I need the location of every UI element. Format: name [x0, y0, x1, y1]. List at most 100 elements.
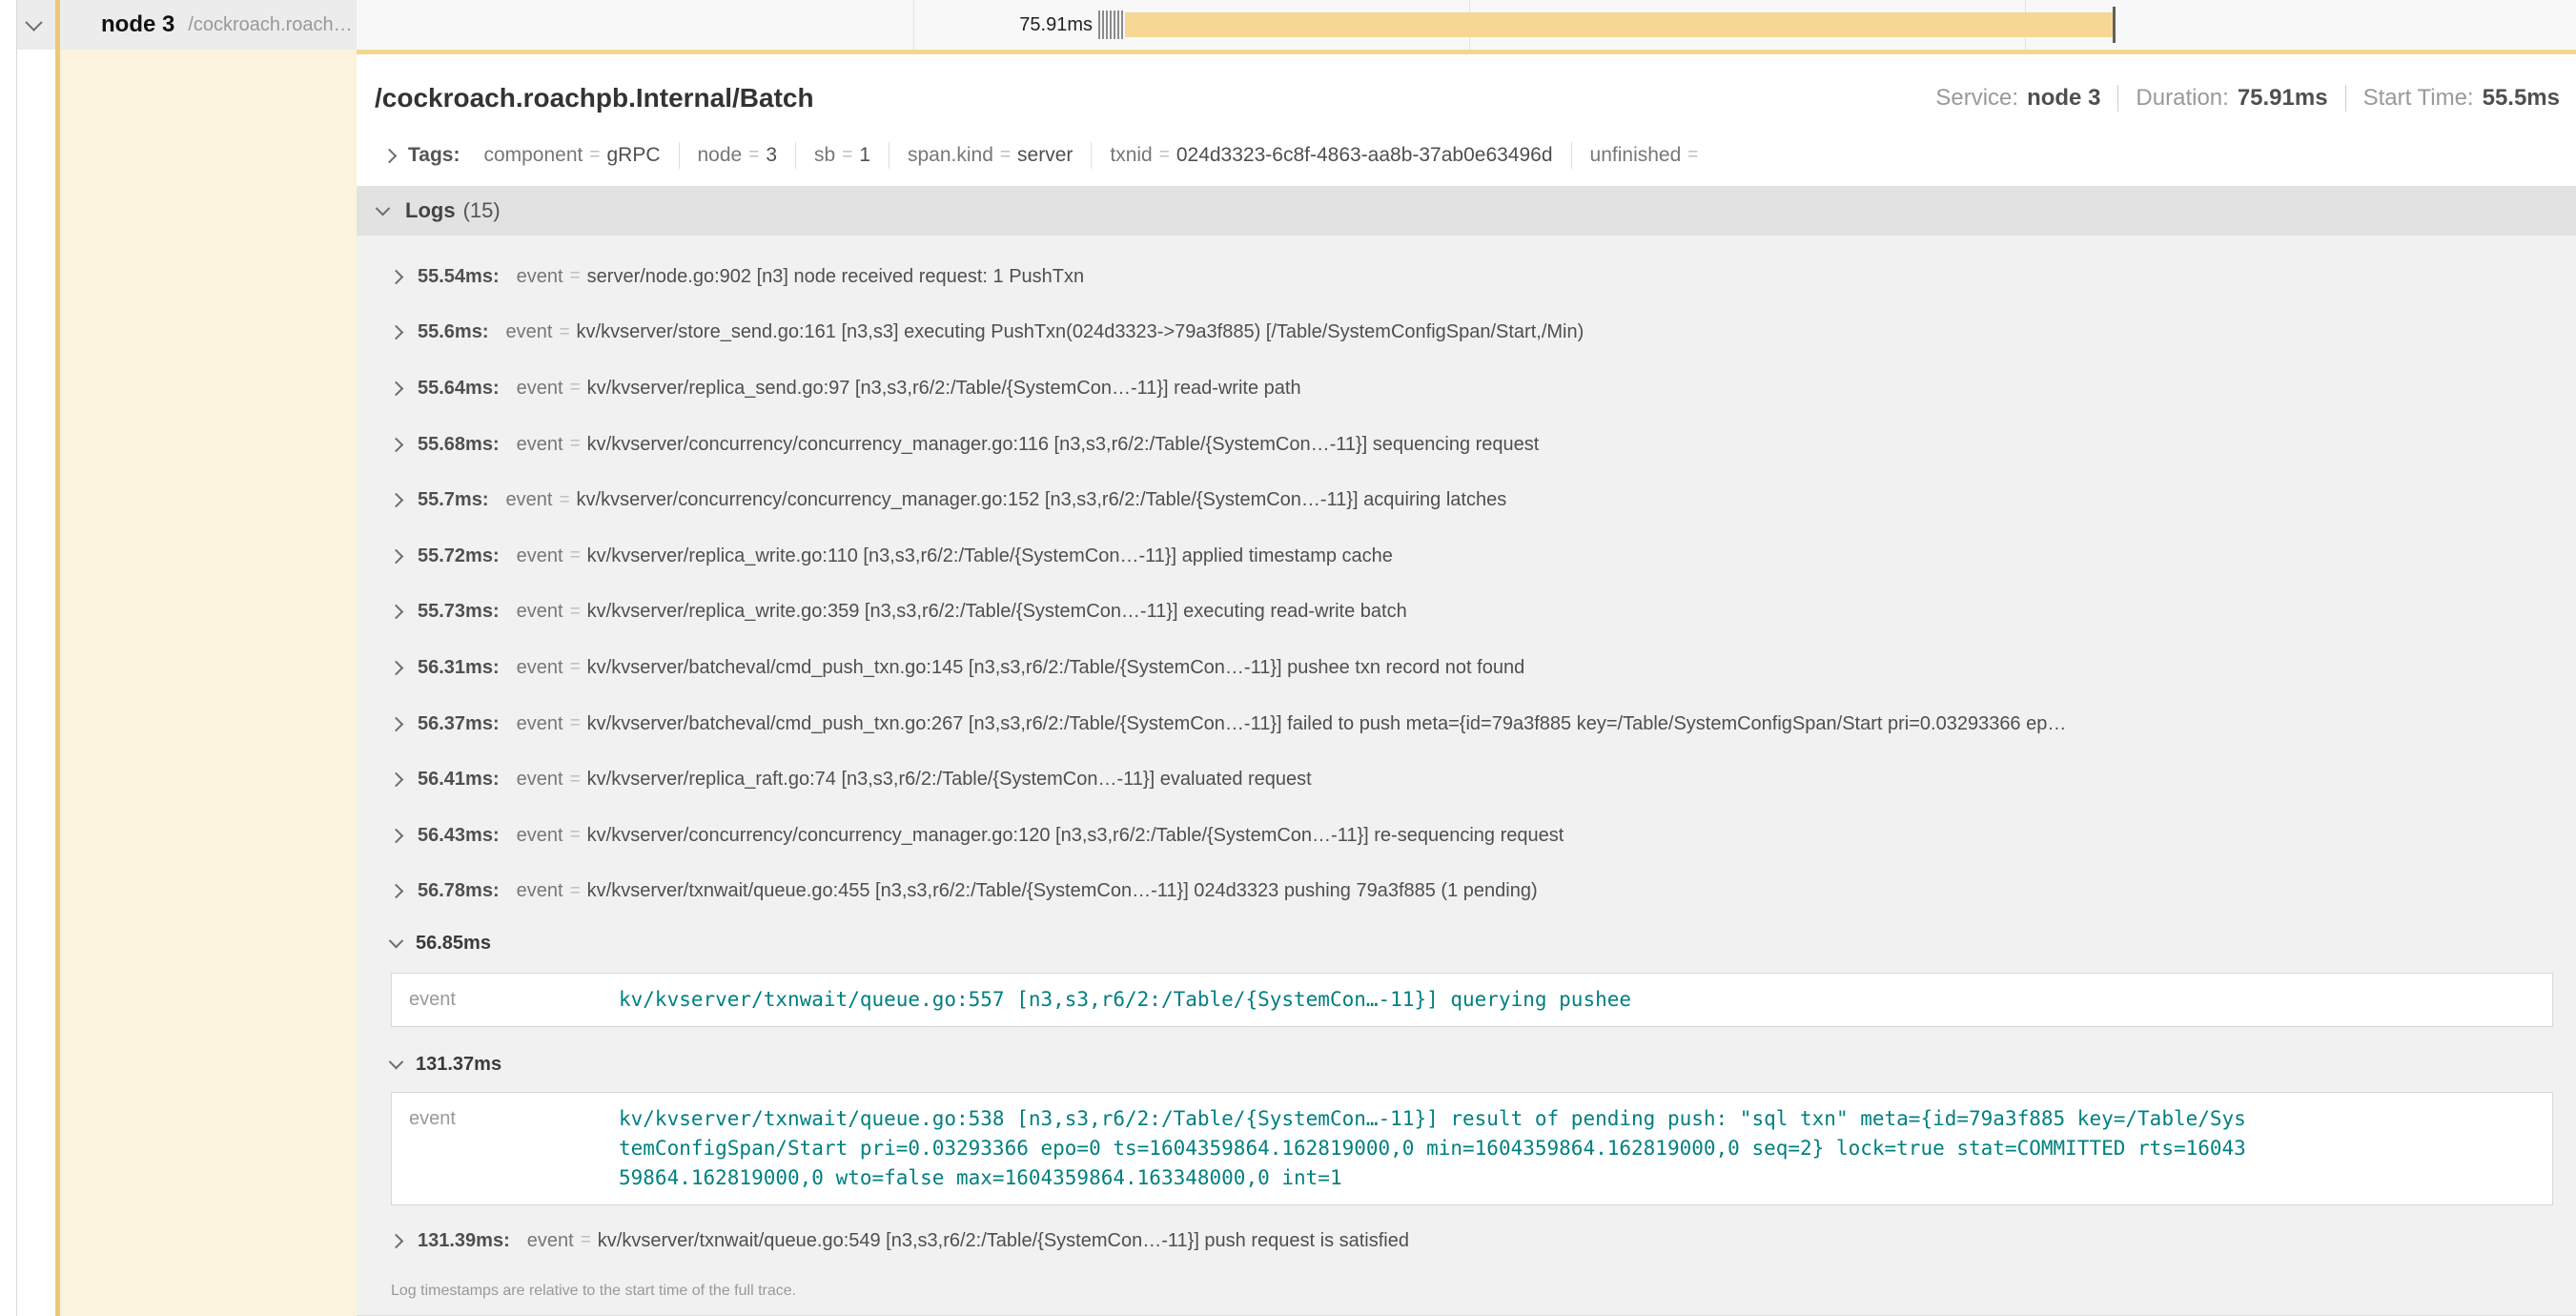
log-row[interactable]: 56.37ms: event = kv/kvserver/batcheval/c…: [357, 696, 2576, 752]
chevron-right-icon[interactable]: [389, 437, 404, 452]
tags-row[interactable]: Tags: component = gRPC node = 3 sb = 1 s…: [357, 113, 2576, 186]
chevron-right-icon[interactable]: [389, 661, 404, 676]
log-row[interactable]: 55.73ms: event = kv/kvserver/replica_wri…: [357, 585, 2576, 641]
equals-sign: =: [559, 322, 569, 343]
span-stats: Service: node 3 Duration: 75.91ms Start …: [1935, 85, 2560, 112]
expanded-log-header[interactable]: 131.37ms: [357, 1040, 2576, 1088]
tag-item: node = 3: [679, 142, 796, 169]
log-row[interactable]: 131.39ms: event = kv/kvserver/txnwait/qu…: [357, 1213, 2576, 1269]
span-detail-panel: /cockroach.roachpb.Internal/Batch Servic…: [357, 54, 2576, 1316]
span-end-marker: [2113, 7, 2116, 43]
log-row[interactable]: 55.7ms: event = kv/kvserver/concurrency/…: [357, 472, 2576, 528]
log-field-key: event: [517, 657, 563, 679]
event-field-key: event: [392, 1104, 619, 1193]
chevron-down-icon[interactable]: [389, 934, 404, 949]
log-field-value: kv/kvserver/concurrency/concurrency_mana…: [577, 489, 1507, 511]
equals-sign: =: [570, 770, 581, 791]
chevron-right-icon[interactable]: [389, 270, 404, 285]
tag-key: sb: [814, 144, 835, 167]
log-event-card: event kv/kvserver/txnwait/queue.go:538 […: [391, 1092, 2553, 1205]
log-event-card: event kv/kvserver/txnwait/queue.go:557 […: [391, 973, 2553, 1027]
tag-item: txnid = 024d3323-6c8f-4863-aa8b-37ab0e63…: [1091, 142, 1570, 169]
log-timestamp: 55.54ms:: [418, 266, 500, 288]
tag-item: component = gRPC: [465, 142, 678, 169]
chevron-right-icon[interactable]: [389, 548, 404, 564]
log-timestamp: 56.78ms:: [418, 880, 500, 902]
log-field-key: event: [517, 378, 563, 400]
log-field-key: event: [517, 880, 563, 902]
equals-sign: =: [570, 713, 581, 734]
log-row[interactable]: 55.72ms: event = kv/kvserver/replica_wri…: [357, 528, 2576, 585]
log-timestamp: 55.72ms:: [418, 545, 500, 567]
log-row[interactable]: 56.31ms: event = kv/kvserver/batcheval/c…: [357, 640, 2576, 696]
span-duration-bar[interactable]: [1125, 12, 2113, 37]
logs-section: Logs (15) 55.54ms: event = server/node.g…: [357, 186, 2576, 1316]
log-row[interactable]: 56.43ms: event = kv/kvserver/concurrency…: [357, 808, 2576, 864]
logs-count: (15): [463, 198, 501, 223]
span-name-column-highlight: [60, 50, 357, 1316]
chevron-right-icon[interactable]: [389, 1234, 404, 1249]
span-duration-label: 75.91ms: [902, 0, 1093, 50]
chevron-right-icon[interactable]: [389, 772, 404, 788]
span-service-name: node 3: [101, 11, 174, 38]
tag-item: sb = 1: [795, 142, 889, 169]
log-field-key: event: [517, 601, 563, 623]
log-field-value: kv/kvserver/replica_write.go:359 [n3,s3,…: [587, 601, 1407, 623]
chevron-right-icon[interactable]: [389, 493, 404, 508]
chevron-right-icon[interactable]: [389, 381, 404, 397]
chevron-right-icon[interactable]: [389, 884, 404, 899]
equals-sign: =: [570, 266, 581, 287]
log-timestamp: 56.43ms:: [418, 825, 500, 847]
log-timestamp: 131.39ms:: [418, 1230, 510, 1252]
tag-value: 3: [766, 144, 777, 167]
stats-divider: [2117, 85, 2118, 112]
log-row[interactable]: 55.68ms: event = kv/kvserver/concurrency…: [357, 417, 2576, 473]
equals-sign: =: [570, 434, 581, 455]
chevron-down-icon[interactable]: [389, 1055, 404, 1070]
log-field-key: event: [517, 545, 563, 567]
equals-sign: =: [570, 378, 581, 399]
chevron-right-icon[interactable]: [389, 325, 404, 340]
equals-sign: =: [559, 490, 569, 511]
log-tick-marks: [1098, 10, 1123, 39]
chevron-right-icon[interactable]: [389, 828, 404, 843]
log-field-value: kv/kvserver/txnwait/queue.go:455 [n3,s3,…: [587, 880, 1538, 902]
equals-sign: =: [570, 602, 581, 623]
log-field-key: event: [517, 266, 563, 288]
logs-title: Logs: [405, 198, 456, 223]
log-field-value: kv/kvserver/batcheval/cmd_push_txn.go:14…: [587, 657, 1525, 679]
service-value: node 3: [2027, 85, 2100, 112]
log-field-key: event: [506, 321, 553, 343]
equals-sign: =: [589, 145, 600, 166]
logs-footer-note: Log timestamps are relative to the start…: [357, 1269, 2576, 1315]
log-row[interactable]: 55.54ms: event = server/node.go:902 [n3]…: [357, 249, 2576, 305]
tag-value: server: [1017, 144, 1073, 167]
log-row[interactable]: 56.78ms: event = kv/kvserver/txnwait/que…: [357, 864, 2576, 920]
event-field-key: event: [392, 985, 619, 1015]
log-row[interactable]: 55.64ms: event = kv/kvserver/replica_sen…: [357, 360, 2576, 417]
equals-sign: =: [570, 545, 581, 566]
log-field-value: kv/kvserver/concurrency/concurrency_mana…: [587, 434, 1540, 456]
log-timestamp: 55.6ms:: [418, 321, 489, 343]
trace-span-detail-view: node 3 /cockroach.roach… 75.91ms /cockro…: [0, 0, 2576, 1316]
expanded-log-header[interactable]: 56.85ms: [357, 919, 2576, 967]
equals-sign: =: [570, 881, 581, 902]
logs-section-header[interactable]: Logs (15): [357, 186, 2576, 236]
log-timestamp: 56.31ms:: [418, 657, 500, 679]
log-timestamp: 55.68ms:: [418, 434, 500, 456]
log-field-key: event: [517, 434, 563, 456]
tags-label: Tags:: [408, 144, 460, 167]
chevron-right-icon[interactable]: [389, 605, 404, 620]
log-field-value: kv/kvserver/replica_send.go:97 [n3,s3,r6…: [587, 378, 1301, 400]
chevron-right-icon[interactable]: [382, 148, 398, 163]
event-field-value: kv/kvserver/txnwait/queue.go:557 [n3,s3,…: [619, 985, 2249, 1015]
log-field-value: kv/kvserver/concurrency/concurrency_mana…: [587, 825, 1564, 847]
log-row[interactable]: 56.41ms: event = kv/kvserver/replica_raf…: [357, 751, 2576, 808]
duration-value: 75.91ms: [2238, 85, 2328, 112]
chevron-down-icon[interactable]: [376, 200, 391, 216]
chevron-right-icon[interactable]: [389, 716, 404, 731]
span-name-row[interactable]: node 3 /cockroach.roach…: [17, 0, 357, 50]
collapse-span-chevron[interactable]: [17, 19, 50, 31]
log-row[interactable]: 55.6ms: event = kv/kvserver/store_send.g…: [357, 305, 2576, 361]
log-event-field: event kv/kvserver/txnwait/queue.go:557 […: [392, 985, 2552, 1015]
